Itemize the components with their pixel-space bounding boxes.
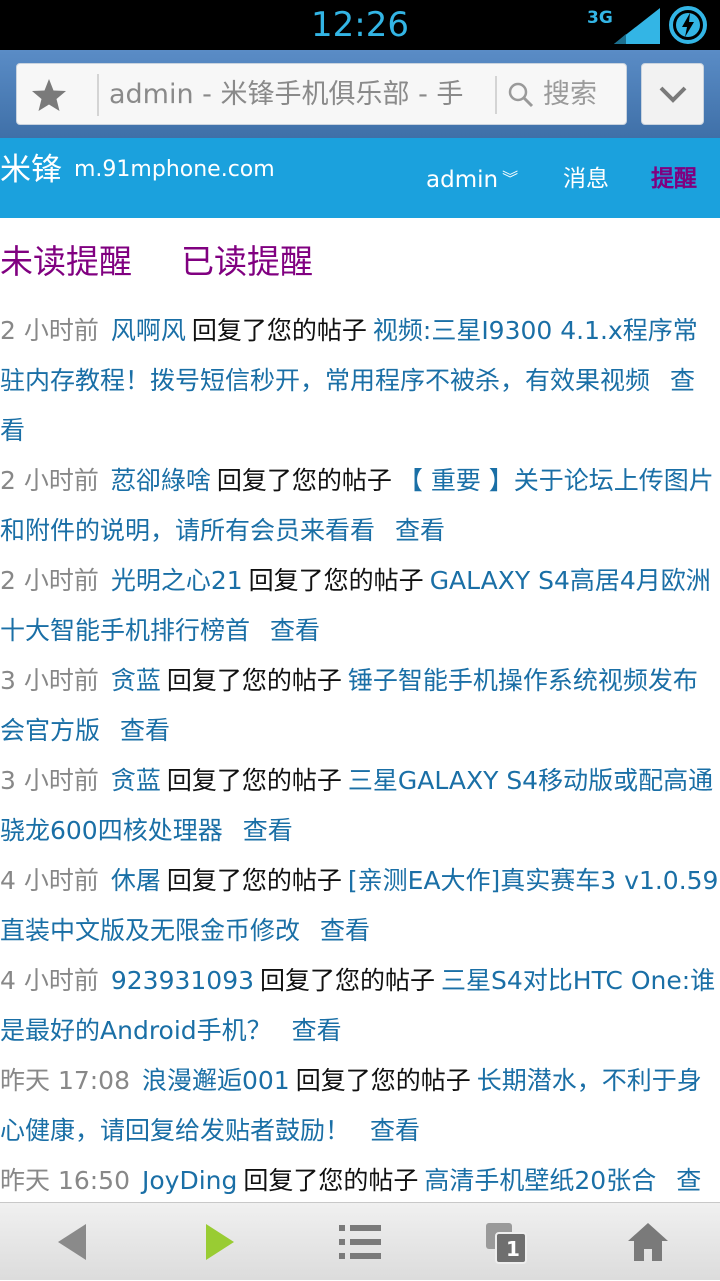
item-post-link[interactable]: 锤子智能手机操作系统视频发布会官方版	[0, 666, 698, 745]
site-logo-text[interactable]: 米锋	[0, 150, 62, 190]
item-user-link[interactable]: 休屠	[111, 866, 161, 895]
home-icon	[628, 1223, 668, 1261]
item-time: 2 小时前	[0, 566, 99, 595]
list-item: 4 小时前 923931093 回复了您的帖子 三星S4对比HTC One:谁是最好的…	[0, 956, 720, 1056]
tab-unread[interactable]: 未读提醒	[0, 238, 132, 286]
item-user-link[interactable]: 贪蓝	[111, 766, 161, 795]
item-user-link[interactable]: 光明之心21	[111, 566, 243, 595]
browser-toolbar: admin - 米锋手机俱乐部 - 手 搜索	[0, 50, 720, 138]
back-button[interactable]	[32, 1203, 112, 1281]
user-name: admin	[426, 167, 499, 193]
item-action: 回复了您的帖子	[191, 316, 367, 345]
list-icon	[339, 1225, 381, 1259]
item-action: 回复了您的帖子	[166, 666, 342, 695]
notification-list: 2 小时前 风啊风 回复了您的帖子 视频:三星I9300 4.1.x程序常驻内存教程！…	[0, 306, 720, 1256]
item-action: 回复了您的帖子	[166, 866, 342, 895]
item-view-link[interactable]: 查看	[270, 616, 320, 645]
address-bar[interactable]: admin - 米锋手机俱乐部 - 手 搜索	[16, 63, 627, 125]
tab-read[interactable]: 已读提醒	[181, 238, 313, 286]
item-post-link[interactable]: 高清手机壁纸20张合	[424, 1166, 656, 1195]
search-label[interactable]: 搜索	[543, 76, 597, 114]
item-user-link[interactable]: 贪蓝	[111, 666, 161, 695]
messages-link[interactable]: 消息	[563, 163, 609, 195]
item-time: 2 小时前	[0, 316, 99, 345]
bookmarks-list-button[interactable]	[320, 1203, 400, 1281]
item-time: 3 小时前	[0, 766, 99, 795]
item-action: 回复了您的帖子	[295, 1066, 471, 1095]
menu-dropdown-button[interactable]	[641, 63, 704, 125]
chevron-down-icon	[659, 86, 687, 103]
item-user-link[interactable]: 923931093	[111, 966, 254, 995]
list-item: 2 小时前 光明之心21 回复了您的帖子 GALAXY S4高居4月欧洲十大智能手机排…	[0, 556, 720, 656]
item-view-link[interactable]: 查看	[370, 1116, 420, 1145]
item-view-link[interactable]: 查看	[395, 516, 445, 545]
forward-arrow-icon	[206, 1224, 234, 1260]
item-action: 回复了您的帖子	[260, 966, 436, 995]
network-type: 3G	[587, 8, 613, 28]
item-action: 回复了您的帖子	[216, 466, 392, 495]
item-post-link[interactable]: 三星GALAXY S4移动版或配高通骁龙600四核处理器	[0, 766, 713, 845]
item-action: 回复了您的帖子	[166, 766, 342, 795]
item-view-link[interactable]: 查看	[320, 916, 370, 945]
item-view-link[interactable]: 查看	[243, 816, 293, 845]
item-action: 回复了您的帖子	[248, 566, 424, 595]
double-chevron-down-icon: ︾	[502, 169, 519, 188]
battery-charging-icon	[669, 6, 707, 44]
site-url: m.91mphone.com	[74, 157, 275, 182]
item-user-link[interactable]: 风啊风	[111, 316, 186, 345]
item-view-link[interactable]: 查看	[292, 1016, 342, 1045]
item-action: 回复了您的帖子	[243, 1166, 419, 1195]
search-icon[interactable]	[507, 81, 535, 109]
item-time: 昨天 17:08	[0, 1066, 130, 1095]
item-view-link[interactable]: 查看	[120, 716, 170, 745]
address-divider	[97, 74, 99, 116]
item-time: 2 小时前	[0, 466, 99, 495]
reminder-tabs: 未读提醒 已读提醒	[0, 238, 720, 288]
url-text[interactable]: admin - 米锋手机俱乐部 - 手	[109, 76, 489, 114]
user-menu-link[interactable]: admin ︾	[426, 163, 518, 196]
forward-button[interactable]	[180, 1203, 260, 1281]
back-arrow-icon	[58, 1224, 86, 1260]
item-user-link[interactable]: 浪漫邂逅001	[142, 1066, 290, 1095]
browser-bottom-bar: 1	[0, 1202, 720, 1280]
item-time: 昨天 16:50	[0, 1166, 130, 1195]
list-item: 3 小时前 贪蓝 回复了您的帖子 三星GALAXY S4移动版或配高通骁龙600四核处…	[0, 756, 720, 856]
status-bar: 12:26 3G	[0, 0, 720, 50]
item-time: 4 小时前	[0, 966, 99, 995]
reminders-link[interactable]: 提醒	[651, 163, 697, 195]
list-item: 2 小时前 风啊风 回复了您的帖子 视频:三星I9300 4.1.x程序常驻内存教程！…	[0, 306, 720, 456]
tab-count: 1	[506, 1237, 520, 1261]
list-item: 2 小时前 荵卻綠啥 回复了您的帖子【 重要 】关于论坛上传图片和附件的说明，请所有…	[0, 456, 720, 556]
item-user-link[interactable]: JoyDing	[142, 1166, 237, 1195]
home-button[interactable]	[608, 1203, 688, 1281]
item-time: 3 小时前	[0, 666, 99, 695]
bookmark-star-icon[interactable]	[31, 78, 67, 112]
list-item: 4 小时前 休屠 回复了您的帖子 [亲测EA大作]真实赛车3 v1.0.59 直装中文…	[0, 856, 720, 956]
list-item: 昨天 17:08 浪漫邂逅001 回复了您的帖子 长期潜水，不利于身心健康，请回复给发…	[0, 1056, 720, 1156]
search-divider	[495, 76, 497, 114]
item-user-link[interactable]: 荵卻綠啥	[111, 466, 211, 495]
item-time: 4 小时前	[0, 866, 99, 895]
tabs-button[interactable]: 1	[466, 1203, 546, 1281]
signal-icon	[614, 8, 660, 44]
site-header: 米锋 m.91mphone.com admin ︾ 消息 提醒	[0, 138, 720, 218]
list-item: 3 小时前 贪蓝 回复了您的帖子 锤子智能手机操作系统视频发布会官方版 查看	[0, 656, 720, 756]
